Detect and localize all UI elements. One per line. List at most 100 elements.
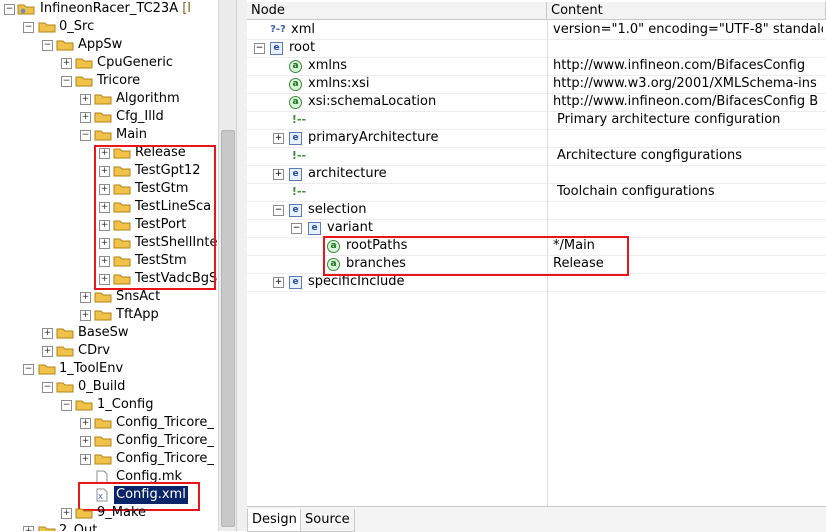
highlight-box-main-children bbox=[94, 145, 216, 290]
collapse-icon[interactable]: − bbox=[23, 364, 34, 375]
tree-item-0-build[interactable]: − 0_Build bbox=[0, 378, 218, 396]
expand-icon[interactable]: + bbox=[80, 112, 91, 123]
column-header-label: Node bbox=[251, 3, 285, 18]
expand-icon[interactable]: + bbox=[42, 346, 53, 357]
element-icon: e bbox=[270, 42, 283, 55]
element-icon: e bbox=[289, 168, 302, 181]
node-content: http://www.infineon.com/BifacesConfig B bbox=[553, 94, 819, 109]
comment-icon: !-- bbox=[291, 113, 307, 126]
tab-source[interactable]: Source bbox=[300, 509, 355, 532]
collapse-icon[interactable]: − bbox=[61, 400, 72, 411]
tree-item-label: 1_ToolEnv bbox=[59, 361, 124, 376]
tree-item-label: Algorithm bbox=[116, 91, 180, 106]
tree-item-label: 9_Make bbox=[97, 505, 147, 520]
expand-icon[interactable]: + bbox=[80, 454, 91, 465]
tree-item-basesw[interactable]: + BaseSw bbox=[0, 324, 218, 342]
xml-row[interactable]: + e architecture bbox=[247, 165, 826, 184]
tree-item-config-tricore-2[interactable]: + Config_Tricore_ bbox=[0, 432, 218, 450]
column-header-content[interactable]: Content bbox=[547, 2, 826, 20]
folder-open-icon bbox=[56, 382, 74, 393]
tree-item-project[interactable]: − InfineonRacer_TC23A [I bbox=[0, 0, 218, 18]
folder-icon bbox=[94, 94, 112, 105]
collapse-icon[interactable]: − bbox=[23, 22, 34, 33]
xml-row[interactable]: + e primaryArchitecture bbox=[247, 129, 826, 148]
column-header-label: Content bbox=[551, 3, 603, 18]
tree-item-1-config[interactable]: − 1_Config bbox=[0, 396, 218, 414]
element-icon: e bbox=[289, 204, 302, 217]
xml-row[interactable]: a xsi:schemaLocation http://www.infineon… bbox=[247, 93, 826, 112]
tree-item-tricore[interactable]: − Tricore bbox=[0, 72, 218, 90]
expand-icon[interactable]: + bbox=[80, 94, 91, 105]
expand-icon[interactable]: + bbox=[23, 526, 34, 531]
expand-icon[interactable]: + bbox=[80, 310, 91, 321]
collapse-icon[interactable]: − bbox=[42, 382, 53, 393]
tree-item-config-tricore-3[interactable]: + Config_Tricore_ bbox=[0, 450, 218, 468]
node-content: version="1.0" encoding="UTF-8" standalo bbox=[553, 22, 823, 37]
tree-item-label: CpuGeneric bbox=[97, 55, 173, 70]
folder-icon bbox=[94, 292, 112, 303]
expand-icon[interactable]: + bbox=[80, 436, 91, 447]
collapse-icon[interactable]: − bbox=[291, 223, 302, 234]
xml-row[interactable]: a xmlns:xsi http://www.w3.org/2001/XMLSc… bbox=[247, 75, 826, 94]
processing-instruction-icon: ?-? bbox=[270, 24, 286, 35]
attribute-icon: a bbox=[289, 96, 302, 109]
expand-icon[interactable]: + bbox=[273, 133, 284, 144]
expand-icon[interactable]: + bbox=[80, 418, 91, 429]
tree-item-cpugeneric[interactable]: + CpuGeneric bbox=[0, 54, 218, 72]
tree-item-main[interactable]: − Main bbox=[0, 126, 218, 144]
expand-icon[interactable]: + bbox=[80, 292, 91, 303]
expand-icon[interactable]: + bbox=[61, 58, 72, 69]
node-content: http://www.infineon.com/BifacesConfig bbox=[553, 58, 806, 73]
folder-open-icon bbox=[38, 22, 56, 33]
tree-item-label: SnsAct bbox=[116, 289, 161, 304]
folder-icon bbox=[75, 58, 93, 69]
tree-scrollbar[interactable] bbox=[218, 0, 236, 531]
tree-item-cdrv[interactable]: + CDrv bbox=[0, 342, 218, 360]
tree-item-0-src[interactable]: − 0_Src bbox=[0, 18, 218, 36]
project-folder-icon bbox=[17, 4, 35, 15]
collapse-icon[interactable]: − bbox=[61, 76, 72, 87]
folder-icon bbox=[75, 508, 93, 519]
tree-item-appsw[interactable]: − AppSw bbox=[0, 36, 218, 54]
attribute-icon: a bbox=[289, 78, 302, 91]
tab-design[interactable]: Design bbox=[247, 509, 302, 532]
xml-row[interactable]: !-- Primary architecture configuration bbox=[247, 111, 826, 130]
tree-item-1-toolenv[interactable]: − 1_ToolEnv bbox=[0, 360, 218, 378]
xml-row[interactable]: !-- Architecture congfigurations bbox=[247, 147, 826, 166]
expand-icon[interactable]: + bbox=[273, 169, 284, 180]
node-name: xml bbox=[291, 22, 315, 37]
attribute-icon: a bbox=[289, 60, 302, 73]
folder-icon bbox=[56, 328, 74, 339]
tree-item-label: Main bbox=[116, 127, 148, 142]
collapse-icon[interactable]: − bbox=[254, 43, 265, 54]
collapse-icon[interactable]: − bbox=[273, 205, 284, 216]
tree-item-2-out[interactable]: + 2_Out bbox=[0, 522, 218, 531]
xml-row[interactable]: − e selection bbox=[247, 201, 826, 220]
column-header-node[interactable]: Node bbox=[247, 2, 547, 20]
element-icon: e bbox=[289, 276, 302, 289]
node-name: root bbox=[289, 40, 316, 55]
collapse-icon[interactable]: − bbox=[4, 4, 15, 15]
expand-icon[interactable]: + bbox=[273, 277, 284, 288]
tree-item-label: Config_Tricore_ bbox=[116, 451, 214, 466]
project-explorer: − InfineonRacer_TC23A [I − 0_Src − AppSw… bbox=[0, 0, 218, 531]
xml-row[interactable]: a xmlns http://www.infineon.com/BifacesC… bbox=[247, 57, 826, 76]
folder-icon bbox=[94, 418, 112, 429]
folder-open-icon bbox=[38, 364, 56, 375]
tree-item-cfg-illd[interactable]: + Cfg_Illd bbox=[0, 108, 218, 126]
tree-item-algorithm[interactable]: + Algorithm bbox=[0, 90, 218, 108]
highlight-box-variant-attributes bbox=[323, 236, 629, 276]
xml-row[interactable]: − e root bbox=[247, 39, 826, 58]
tree-item-snsact[interactable]: + SnsAct bbox=[0, 288, 218, 306]
collapse-icon[interactable]: − bbox=[80, 130, 91, 141]
tree-item-tftapp[interactable]: + TftApp bbox=[0, 306, 218, 324]
tree-item-9-make[interactable]: + 9_Make bbox=[0, 504, 218, 522]
node-content: Toolchain configurations bbox=[557, 184, 715, 199]
xml-row[interactable]: !-- Toolchain configurations bbox=[247, 183, 826, 202]
tree-item-config-tricore-1[interactable]: + Config_Tricore_ bbox=[0, 414, 218, 432]
expand-icon[interactable]: + bbox=[61, 508, 72, 519]
xml-row[interactable]: ?-? xml version="1.0" encoding="UTF-8" s… bbox=[247, 21, 826, 40]
scrollbar-thumb[interactable] bbox=[221, 130, 235, 527]
collapse-icon[interactable]: − bbox=[42, 40, 53, 51]
expand-icon[interactable]: + bbox=[42, 328, 53, 339]
